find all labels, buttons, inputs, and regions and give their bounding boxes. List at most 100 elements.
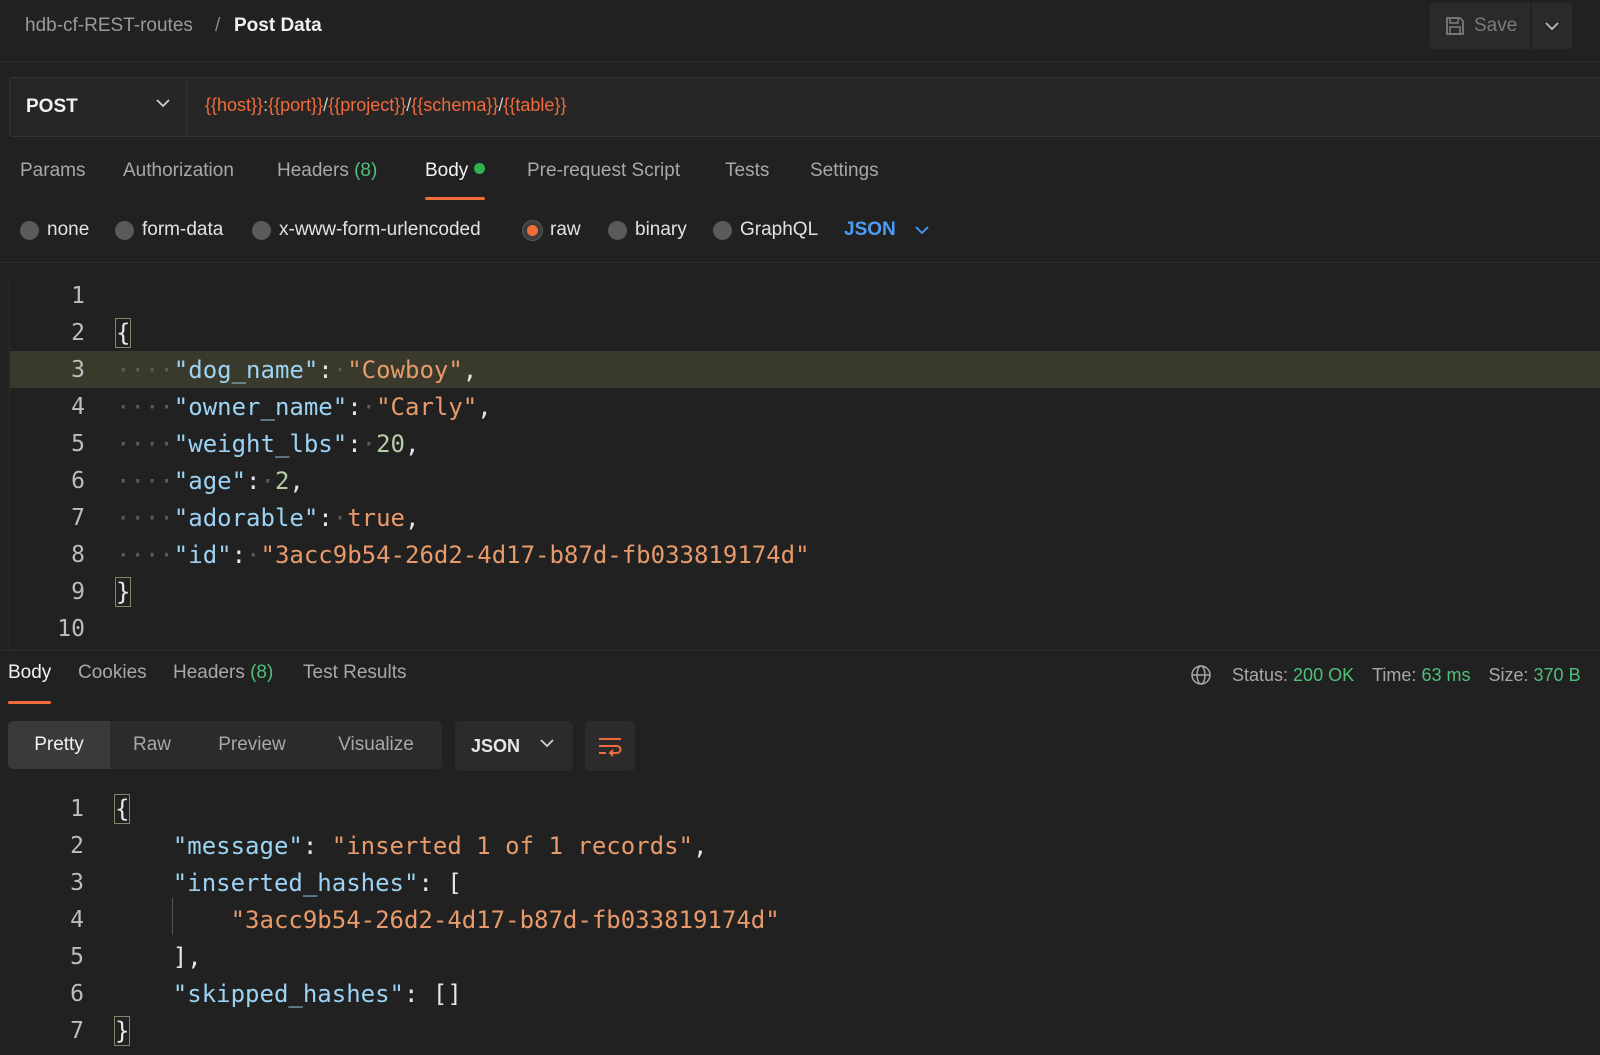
radio-circle <box>713 220 732 240</box>
globe-icon[interactable] <box>1190 664 1212 686</box>
radio-label: raw <box>550 219 581 240</box>
tab-label: Tests <box>725 160 770 181</box>
save-icon <box>1446 17 1464 35</box>
tab-test-results[interactable]: Test Results <box>303 662 406 704</box>
view-pretty-button[interactable]: Pretty <box>8 721 110 769</box>
chevron-down-icon <box>540 739 554 748</box>
language-label: JSON <box>471 735 521 756</box>
code-line: 6 ····"age":·2, <box>10 462 1600 499</box>
url-part: {{project}} <box>328 95 407 115</box>
code-line: 3 "inserted_hashes": [ <box>9 864 1600 901</box>
code-line: 7 ····"adorable":·true, <box>10 499 1600 536</box>
json-value: "Cowboy" <box>347 355 463 384</box>
view-label: Raw <box>132 734 171 755</box>
radio-urlencoded[interactable]: x-www-form-urlencoded <box>252 214 481 246</box>
request-body-editor[interactable]: 1 2 { 3 ····"dog_name":·"Cowboy", 4 ····… <box>9 277 1600 649</box>
radio-circle-selected <box>523 220 542 240</box>
code-line: 6 "skipped_hashes": [] <box>9 975 1600 1012</box>
tab-params[interactable]: Params <box>20 160 85 200</box>
line-number: 6 <box>71 467 85 494</box>
headers-count: (8) <box>250 662 274 683</box>
tab-response-cookies[interactable]: Cookies <box>78 662 147 704</box>
save-button[interactable]: Save <box>1430 3 1530 49</box>
tab-response-headers[interactable]: Headers (8) <box>173 662 273 704</box>
code-line: 1 <box>10 277 1600 314</box>
view-preview-button[interactable]: Preview <box>194 721 310 769</box>
radio-raw[interactable]: raw <box>523 214 581 246</box>
body-language-select[interactable]: JSON <box>844 214 930 246</box>
response-language-select[interactable]: JSON <box>455 721 573 771</box>
json-value: "3acc9b54-26d2-4d17-b87d-fb033819174d" <box>260 540 810 569</box>
code-line: 4 ····"owner_name":·"Carly", <box>10 388 1600 425</box>
line-number: 2 <box>71 319 85 346</box>
tab-prerequest-script[interactable]: Pre-request Script <box>527 160 680 200</box>
page-title[interactable]: Post Data <box>234 15 322 37</box>
radio-circle <box>20 220 39 240</box>
url-part: {{host}} <box>205 95 264 115</box>
view-raw-button[interactable]: Raw <box>110 721 194 769</box>
radio-binary[interactable]: binary <box>608 214 687 246</box>
json-key: "skipped_hashes" <box>172 979 404 1008</box>
tab-body[interactable]: Body <box>425 160 486 200</box>
response-body-viewer[interactable]: 1 { 2 "message": "inserted 1 of 1 record… <box>9 790 1600 1055</box>
method-select[interactable]: POST <box>10 78 187 136</box>
json-key: "age" <box>173 466 247 495</box>
save-options-button[interactable] <box>1532 3 1572 49</box>
tab-settings[interactable]: Settings <box>810 160 879 200</box>
divider <box>0 262 1600 263</box>
json-value: true <box>347 503 405 532</box>
code-line: 9 } <box>10 573 1600 610</box>
code-line: 10 <box>10 610 1600 647</box>
radio-graphql[interactable]: GraphQL <box>713 214 818 246</box>
line-number: 10 <box>57 615 85 642</box>
status-label: Status: <box>1232 664 1289 685</box>
line-number: 7 <box>71 504 85 531</box>
view-label: Pretty <box>34 734 84 755</box>
wrap-lines-button[interactable] <box>585 721 635 771</box>
size-info[interactable]: Size: 370 B <box>1488 665 1580 686</box>
json-value: "3acc9b54-26d2-4d17-b87d-fb033819174d" <box>230 905 780 934</box>
header-bar: hdb-cf-REST-routes / Post Data Save <box>0 0 1600 62</box>
tab-headers[interactable]: Headers (8) <box>277 160 377 200</box>
code-line-active: 3 ····"dog_name":·"Cowboy", <box>10 351 1600 388</box>
url-part: {{table}} <box>503 95 567 115</box>
tab-label: Headers <box>173 662 245 683</box>
breadcrumb-collection[interactable]: hdb-cf-REST-routes <box>25 15 193 37</box>
status-info[interactable]: Status: 200 OK <box>1232 665 1354 686</box>
json-brace: } <box>113 1015 131 1046</box>
radio-label: form-data <box>142 219 224 240</box>
json-key: "weight_lbs" <box>173 429 348 458</box>
radio-none[interactable]: none <box>20 214 89 246</box>
radio-circle <box>252 220 271 240</box>
url-input[interactable]: {{host}}:{{port}}/{{project}}/{{schema}}… <box>205 95 566 116</box>
breadcrumb-separator: / <box>215 15 221 36</box>
tab-label: Settings <box>810 160 879 181</box>
code-line: 1 { <box>9 790 1600 827</box>
tab-authorization[interactable]: Authorization <box>123 160 234 200</box>
json-bracket: ], <box>172 942 202 971</box>
url-bar: POST {{host}}:{{port}}/{{project}}/{{sch… <box>9 77 1600 137</box>
radio-label: GraphQL <box>740 219 819 240</box>
radio-label: binary <box>635 219 687 240</box>
view-label: Preview <box>218 734 286 755</box>
chevron-down-icon <box>915 226 929 235</box>
code-line: 7 } <box>9 1012 1600 1049</box>
line-number: 2 <box>70 832 84 859</box>
radio-form-data[interactable]: form-data <box>115 214 223 246</box>
divider <box>0 650 1600 651</box>
json-value: 2 <box>274 466 290 495</box>
language-label: JSON <box>844 219 896 240</box>
json-value: "Carly" <box>376 392 478 421</box>
json-key: "id" <box>173 540 232 569</box>
tab-label: Body <box>425 160 469 181</box>
json-key: "message" <box>172 831 303 860</box>
json-brace: } <box>114 576 132 607</box>
tab-tests[interactable]: Tests <box>725 160 769 200</box>
tab-response-body[interactable]: Body <box>8 662 52 704</box>
radio-label: none <box>47 219 90 240</box>
code-line: 5 ], <box>9 938 1600 975</box>
chevron-down-icon <box>1545 22 1559 31</box>
code-line: 5 ····"weight_lbs":·20, <box>10 425 1600 462</box>
view-visualize-button[interactable]: Visualize <box>310 721 442 769</box>
time-info[interactable]: Time: 63 ms <box>1372 665 1470 686</box>
